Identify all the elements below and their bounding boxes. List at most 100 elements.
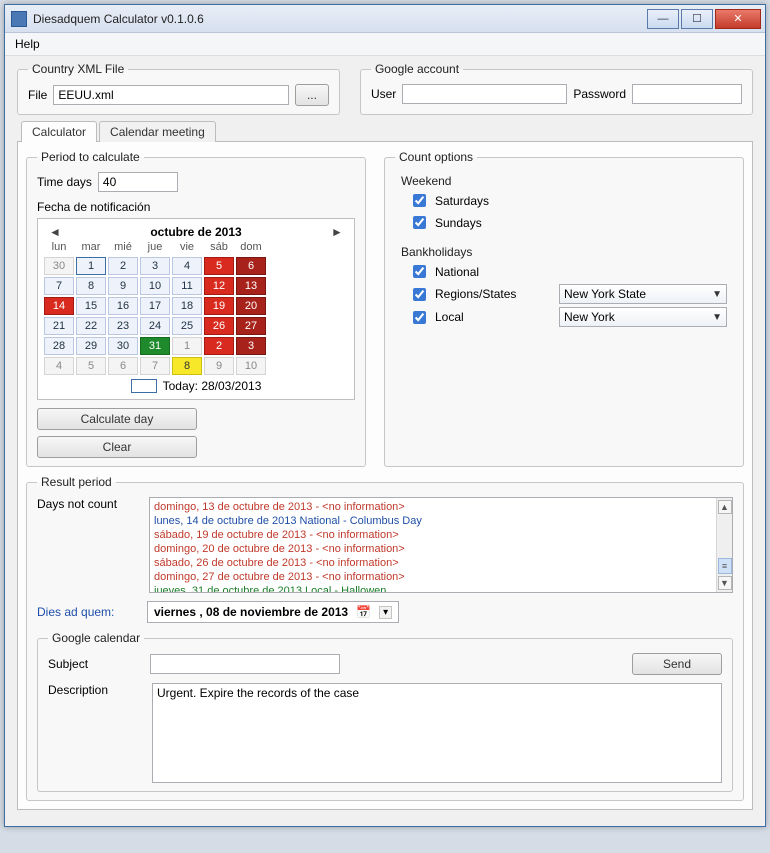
calendar-day[interactable]: 20 <box>236 297 266 315</box>
user-input[interactable] <box>402 84 567 104</box>
calendar-month: octubre de 2013 <box>150 225 241 239</box>
calendar-day[interactable]: 9 <box>204 357 234 375</box>
national-checkbox[interactable] <box>413 265 426 278</box>
scroll-up-icon[interactable]: ▲ <box>718 500 732 514</box>
dies-ad-quem-picker[interactable]: viernes , 08 de noviembre de 2013 📅▾ <box>147 601 399 623</box>
close-button[interactable]: ✕ <box>715 9 761 29</box>
calendar-day[interactable]: 30 <box>44 257 74 275</box>
calendar-day[interactable]: 31 <box>140 337 170 355</box>
calendar-day[interactable]: 27 <box>236 317 266 335</box>
calendar-day[interactable]: 23 <box>108 317 138 335</box>
country-xml-group: Country XML File File ... <box>17 62 340 115</box>
regions-combo[interactable]: New York State▼ <box>559 284 727 304</box>
maximize-button[interactable]: ☐ <box>681 9 713 29</box>
calendar-day[interactable]: 22 <box>76 317 106 335</box>
calendar-day[interactable]: 10 <box>140 277 170 295</box>
calendar-day[interactable]: 6 <box>236 257 266 275</box>
local-combo[interactable]: New York▼ <box>559 307 727 327</box>
calendar-next-icon[interactable]: ► <box>330 225 344 239</box>
tab-calendar-meeting[interactable]: Calendar meeting <box>99 121 216 142</box>
file-label: File <box>28 88 47 102</box>
subject-input[interactable] <box>150 654 340 674</box>
calendar-day[interactable]: 7 <box>44 277 74 295</box>
today-label[interactable]: Today: 28/03/2013 <box>163 379 262 393</box>
calendar-day[interactable]: 28 <box>44 337 74 355</box>
calendar[interactable]: ◄ octubre de 2013 ► lunmarmiéjueviesábdo… <box>37 218 355 400</box>
notification-date-label: Fecha de notificación <box>37 200 355 214</box>
saturdays-checkbox[interactable]: Saturdays <box>409 191 733 210</box>
password-label: Password <box>573 87 626 101</box>
scroll-thumb[interactable]: ≡ <box>718 558 732 574</box>
calendar-day[interactable]: 6 <box>108 357 138 375</box>
regions-checkbox[interactable] <box>413 288 426 301</box>
google-calendar-group: Google calendar Subject Send Description <box>37 631 733 792</box>
calendar-dow: lun <box>44 241 74 255</box>
result-line: lunes, 14 de octubre de 2013 National - … <box>154 514 714 528</box>
calendar-day[interactable]: 14 <box>44 297 74 315</box>
result-period-legend: Result period <box>37 475 116 489</box>
tab-panel: Period to calculate Time days Fecha de n… <box>17 141 753 810</box>
calendar-day[interactable]: 7 <box>140 357 170 375</box>
period-legend: Period to calculate <box>37 150 144 164</box>
calendar-day[interactable]: 24 <box>140 317 170 335</box>
minimize-button[interactable]: — <box>647 9 679 29</box>
sundays-checkbox[interactable]: Sundays <box>409 213 733 232</box>
app-icon <box>11 11 27 27</box>
calendar-day[interactable]: 15 <box>76 297 106 315</box>
calendar-day[interactable]: 12 <box>204 277 234 295</box>
scrollbar[interactable]: ▲ ≡ ▼ <box>716 498 732 592</box>
titlebar[interactable]: Diesadquem Calculator v0.1.0.6 — ☐ ✕ <box>5 5 765 33</box>
calendar-day[interactable]: 30 <box>108 337 138 355</box>
calendar-day[interactable]: 11 <box>172 277 202 295</box>
calendar-day[interactable]: 8 <box>172 357 202 375</box>
calendar-day[interactable]: 5 <box>204 257 234 275</box>
calendar-day[interactable]: 10 <box>236 357 266 375</box>
calendar-icon: 📅 <box>356 605 371 619</box>
result-period-group: Result period Days not count domingo, 13… <box>26 475 744 801</box>
days-not-count-list[interactable]: domingo, 13 de octubre de 2013 - <no inf… <box>149 497 733 593</box>
calendar-dow: dom <box>236 241 266 255</box>
calendar-day[interactable]: 9 <box>108 277 138 295</box>
calendar-day[interactable]: 2 <box>204 337 234 355</box>
calendar-day[interactable]: 1 <box>172 337 202 355</box>
calendar-day[interactable]: 13 <box>236 277 266 295</box>
today-marker <box>131 379 157 393</box>
calendar-day[interactable]: 21 <box>44 317 74 335</box>
bankholidays-label: Bankholidays <box>401 245 733 259</box>
calendar-dow: sáb <box>204 241 234 255</box>
count-options-legend: Count options <box>395 150 477 164</box>
calendar-day[interactable]: 4 <box>172 257 202 275</box>
scroll-down-icon[interactable]: ▼ <box>718 576 732 590</box>
calendar-day[interactable]: 18 <box>172 297 202 315</box>
result-line: jueves, 31 de octubre de 2013 Local - Ha… <box>154 584 714 593</box>
calendar-day[interactable]: 1 <box>76 257 106 275</box>
calendar-day[interactable]: 16 <box>108 297 138 315</box>
menu-help[interactable]: Help <box>15 37 40 51</box>
clear-button[interactable]: Clear <box>37 436 197 458</box>
calendar-day[interactable]: 29 <box>76 337 106 355</box>
calendar-day[interactable]: 3 <box>140 257 170 275</box>
calculate-button[interactable]: Calculate day <box>37 408 197 430</box>
calendar-day[interactable]: 26 <box>204 317 234 335</box>
send-button[interactable]: Send <box>632 653 722 675</box>
browse-button[interactable]: ... <box>295 84 329 106</box>
calendar-day[interactable]: 19 <box>204 297 234 315</box>
window-title: Diesadquem Calculator v0.1.0.6 <box>33 12 647 26</box>
calendar-day[interactable]: 5 <box>76 357 106 375</box>
subject-label: Subject <box>48 657 144 671</box>
calendar-prev-icon[interactable]: ◄ <box>48 225 62 239</box>
calendar-day[interactable]: 4 <box>44 357 74 375</box>
calendar-day[interactable]: 2 <box>108 257 138 275</box>
password-input[interactable] <box>632 84 742 104</box>
calendar-dow: jue <box>140 241 170 255</box>
local-checkbox[interactable] <box>413 311 426 324</box>
calendar-day[interactable]: 25 <box>172 317 202 335</box>
tab-calculator[interactable]: Calculator <box>21 121 97 142</box>
description-input[interactable] <box>152 683 722 783</box>
file-input[interactable] <box>53 85 289 105</box>
calendar-day[interactable]: 3 <box>236 337 266 355</box>
time-days-input[interactable] <box>98 172 178 192</box>
calendar-day[interactable]: 17 <box>140 297 170 315</box>
time-days-label: Time days <box>37 175 92 189</box>
calendar-day[interactable]: 8 <box>76 277 106 295</box>
